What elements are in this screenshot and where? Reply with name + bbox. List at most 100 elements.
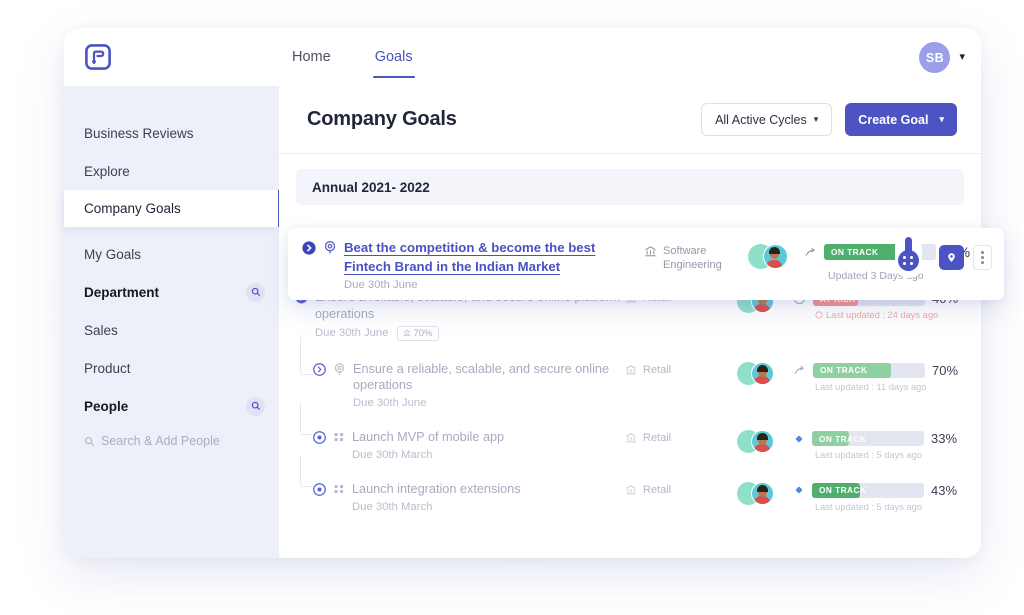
goal-text: Ensure a reliable, scalable, and secure …: [353, 361, 625, 410]
bank-icon: [626, 433, 636, 443]
goal-due-date: Due 30th March: [352, 448, 433, 461]
status-badge: ON TRACK: [820, 365, 868, 376]
status-badge: ON TRACK: [819, 433, 867, 444]
progress-percent: 33%: [931, 431, 958, 447]
avatar[interactable]: SB: [919, 42, 951, 73]
bank-icon: [626, 484, 636, 495]
goal-status-line: ON TRACK 43%: [793, 482, 971, 498]
create-goal-button[interactable]: Create Goal ▾: [845, 103, 957, 136]
progress-track[interactable]: ON TRACK: [812, 482, 924, 498]
featured-goal-updated: Updated 3 Days ago: [828, 270, 939, 282]
featured-goal-owners[interactable]: [748, 239, 804, 269]
main-nav-links: Home Goals: [292, 28, 415, 86]
goal-department: Retail: [625, 481, 737, 497]
progress-drag-handle[interactable]: [895, 234, 922, 278]
goal-row-left: Launch MVP of mobile app Due 30th March: [295, 429, 625, 461]
chevron-down-icon[interactable]: ▾: [959, 52, 965, 63]
chevron-right-circle-icon[interactable]: [313, 362, 326, 381]
target-goal-icon: [333, 362, 346, 380]
goal-updated-label: Last updated : 11 days ago: [815, 381, 927, 392]
search-icon[interactable]: [246, 282, 265, 302]
sidebar-item-my-goals[interactable]: My Goals: [64, 235, 279, 273]
featured-goal-row[interactable]: Beat the competition & become the best F…: [288, 228, 1004, 300]
goal-due-date: Due 30th June: [315, 327, 389, 340]
all-active-cycles-label: All Active Cycles: [715, 112, 807, 127]
sidebar-item-product[interactable]: Product: [64, 349, 279, 387]
goal-owners[interactable]: [737, 481, 793, 505]
sidebar-item-label: Business Reviews: [84, 125, 194, 141]
goal-meta: Due 30th March: [352, 501, 521, 513]
nav-link-home[interactable]: Home: [292, 28, 331, 86]
goal-title: Launch MVP of mobile app: [352, 430, 505, 445]
goal-weight-chip: 70%: [396, 325, 439, 341]
sidebar-item-people[interactable]: People: [64, 387, 279, 425]
goal-owners[interactable]: [737, 361, 793, 385]
goal-owners[interactable]: [737, 429, 793, 454]
logo-icon[interactable]: [82, 41, 114, 73]
more-vertical-icon[interactable]: [973, 245, 992, 270]
sidebar-item-department[interactable]: Department: [64, 273, 279, 311]
featured-goal-title[interactable]: Beat the competition & become the best F…: [344, 239, 644, 276]
goal-due-date: Due 30th June: [353, 397, 427, 410]
sidebar-item-explore[interactable]: Explore: [64, 152, 279, 190]
owner-avatar-photo: [751, 481, 774, 505]
arrow-curve-icon: [805, 247, 815, 256]
sidebar-item-company-goals[interactable]: Company Goals: [64, 190, 281, 227]
progress-percent: 43%: [931, 482, 958, 498]
sidebar: Business Reviews Explore Company Goals M…: [64, 86, 281, 558]
goal-row[interactable]: Launch integration extensions Due 30th M…: [279, 454, 981, 523]
featured-goal-department: Software Engineering: [644, 239, 748, 273]
top-navigation-bar: Home Goals SB ▾: [64, 28, 981, 86]
featured-goal-status-line: ON TRACK 70%: [804, 234, 970, 278]
dot-circle-icon[interactable]: [313, 431, 326, 449]
progress-track[interactable]: ON TRACK: [813, 362, 925, 378]
page-title: Company Goals: [307, 108, 457, 130]
goal-status-line: ON TRACK 70%: [793, 362, 971, 378]
goal-department-label: Retail: [643, 432, 672, 445]
arrow-curve-icon: [794, 365, 804, 374]
goal-department: Retail: [625, 429, 737, 445]
progress-track[interactable]: ON TRACK: [812, 431, 924, 447]
goal-meta: Due 30th June 70%: [315, 325, 625, 341]
bank-icon: [645, 246, 656, 257]
featured-goal-actions: [939, 239, 992, 270]
featured-goal-department-label: Software Engineering: [663, 245, 722, 272]
progress-track[interactable]: ON TRACK: [824, 234, 936, 278]
goal-row[interactable]: Ensure a reliable, scalable, and secure …: [279, 336, 981, 420]
featured-goal-left: Beat the competition & become the best F…: [302, 239, 644, 291]
goal-updated: Last updated : 11 days ago: [815, 382, 971, 392]
search-icon[interactable]: [246, 396, 265, 416]
bank-icon: [403, 329, 410, 337]
owner-avatar-photo: [763, 244, 788, 269]
goal-row-left: Ensure a reliable, scalable, and secure …: [295, 361, 625, 410]
search-add-people-input[interactable]: Search & Add People: [64, 425, 279, 457]
goal-updated-label: Last updated : 5 days ago: [815, 501, 922, 512]
goal-row[interactable]: Launch MVP of mobile app Due 30th March: [279, 403, 981, 471]
goal-status: ON TRACK 43% Last updated : 5 days ago: [793, 481, 971, 512]
sidebar-item-sales[interactable]: Sales: [64, 311, 279, 349]
location-pin-icon[interactable]: [939, 245, 964, 270]
all-active-cycles-filter[interactable]: All Active Cycles ▾: [701, 103, 833, 136]
cycle-section-header[interactable]: Annual 2021- 2022: [296, 169, 964, 205]
goal-text: Launch integration extensions Due 30th M…: [352, 481, 521, 513]
tree-connector: [300, 336, 313, 375]
chevron-right-circle-icon[interactable]: [302, 241, 316, 260]
goal-updated-label: Last updated : 24 days ago: [826, 310, 939, 320]
goal-title: Launch integration extensions: [352, 481, 521, 496]
tree-connector: [300, 403, 313, 436]
sidebar-item-label: Company Goals: [84, 201, 181, 216]
goal-status: ON TRACK 70% Last updated : 11 days ago: [793, 361, 971, 392]
user-menu[interactable]: SB ▾: [919, 42, 965, 73]
nav-link-home-label: Home: [292, 49, 331, 65]
goal-title: Ensure a reliable, scalable, and secure …: [353, 361, 610, 393]
goal-updated: Last updated : 24 days ago: [815, 310, 971, 320]
sidebar-item-label: Product: [84, 360, 131, 376]
goal-status-line: ON TRACK 33%: [793, 431, 971, 447]
nav-link-goals[interactable]: Goals: [372, 28, 415, 86]
chevron-down-icon: ▾: [939, 114, 944, 124]
sidebar-item-business-reviews[interactable]: Business Reviews: [64, 114, 279, 152]
goal-department-label: Retail: [643, 483, 672, 496]
sidebar-item-label: Sales: [84, 322, 118, 338]
dot-circle-icon[interactable]: [313, 482, 326, 501]
